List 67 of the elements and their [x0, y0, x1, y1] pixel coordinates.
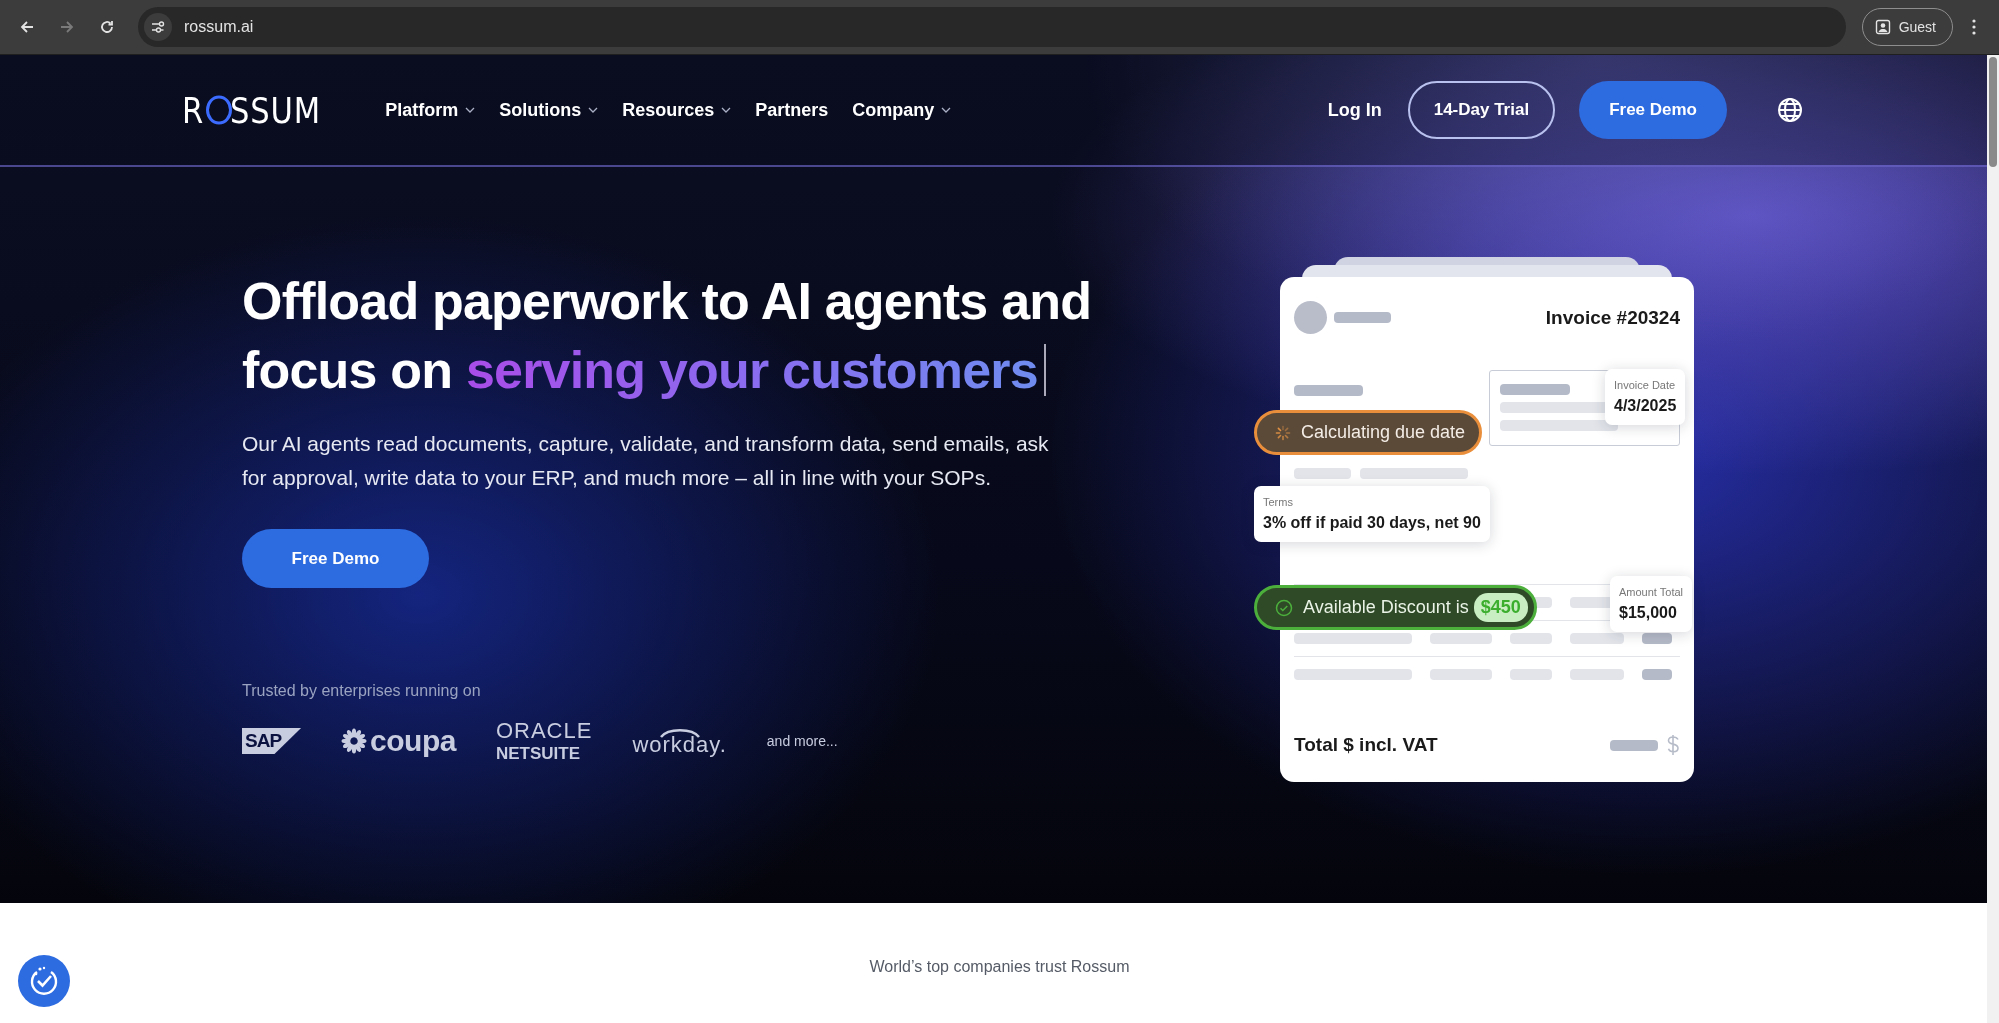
trial-button[interactable]: 14-Day Trial [1407, 81, 1556, 139]
hero-paragraph: Our AI agents read documents, capture, validate, and transform data, send emails, ask for approval, write data to your ERP, and much more – all in line with your SOPs. [242, 431, 1050, 491]
skeleton-bar [1570, 633, 1624, 644]
skeleton-bar [1334, 312, 1391, 323]
field-label: Invoice Date [1614, 379, 1677, 391]
logo-wordmark[interactable]: SSUM [230, 89, 322, 131]
field-label: Amount Total [1619, 586, 1683, 598]
skeleton-bar [1510, 669, 1552, 680]
invoice-title: Invoice #20324 [1545, 306, 1680, 329]
person-icon [1874, 19, 1891, 35]
demo-button[interactable]: Free Demo [1579, 81, 1727, 139]
oracle-logo: ORACLE [495, 720, 593, 742]
accessibility-button[interactable] [18, 955, 70, 1007]
dollar-icon [1666, 734, 1680, 756]
skeleton-bar [1499, 384, 1570, 395]
hero-heading: Offload paperwork to AI agents and focus on serving your customers [242, 271, 1093, 401]
back-arrow-icon [19, 19, 35, 35]
total-label: Total $ incl. VAT [1294, 734, 1438, 756]
globe-icon[interactable] [1777, 97, 1803, 123]
url-text: rossum.ai [184, 18, 254, 36]
profile-button[interactable]: Guest [1861, 8, 1953, 46]
skeleton-bar [1430, 669, 1492, 680]
skeleton-bar [1294, 468, 1351, 479]
ring-logo-icon[interactable] [205, 94, 233, 126]
workday-logo: workday. [632, 726, 727, 756]
chevron-down-icon [465, 107, 476, 113]
logo-letter[interactable]: R [182, 89, 205, 131]
skeleton-bar [1642, 669, 1672, 680]
nav-link[interactable]: Partners [755, 99, 829, 121]
skeleton-bar [1430, 633, 1492, 644]
section-caption: World’s top companies trust Rossum [869, 958, 1130, 976]
field-value: $15,000 [1619, 604, 1678, 622]
sap-logo: SAP [242, 728, 302, 754]
skeleton-bar [1294, 385, 1363, 396]
nav-link[interactable]: Solutions [499, 99, 599, 121]
kebab-menu-icon [1972, 19, 1976, 35]
reload-icon [99, 19, 115, 35]
demo-button[interactable]: Free Demo [242, 529, 429, 588]
spinner-icon [1275, 424, 1291, 441]
field-value: 3% off if paid 30 days, net 90 [1263, 514, 1481, 532]
coupa-logo: coupa [370, 724, 456, 758]
address-bar[interactable]: rossum.ai [138, 7, 1846, 47]
more-caption: and more... [766, 733, 838, 749]
nav-link[interactable]: Company [852, 99, 952, 121]
pill-text: Calculating due date [1301, 422, 1466, 443]
forward-arrow-icon [59, 19, 75, 35]
site-info-icon[interactable] [144, 13, 172, 41]
avatar-placeholder [1294, 301, 1327, 334]
login-link[interactable]: Log In [1327, 99, 1382, 121]
burst-icon [341, 728, 368, 754]
discount-amount: $450 [1473, 593, 1528, 622]
skeleton-bar [1510, 633, 1552, 644]
check-circle-icon [1275, 598, 1293, 617]
pill-text: Available Discount is [1303, 597, 1469, 618]
skeleton-bar [1642, 633, 1672, 644]
chevron-down-icon [721, 107, 732, 113]
field-label: Terms [1263, 496, 1294, 508]
nav-link[interactable]: Platform [385, 99, 476, 121]
field-value: 4/3/2025 [1614, 397, 1677, 415]
skeleton-bar [1570, 669, 1624, 680]
chevron-down-icon [588, 107, 599, 113]
chevron-down-icon [941, 107, 952, 113]
nav-link[interactable]: Resources [622, 99, 732, 121]
trusted-caption: Trusted by enterprises running on [242, 682, 482, 700]
skeleton-bar [1610, 739, 1658, 751]
netsuite-logo: NETSUITE [495, 745, 581, 762]
scrollbar[interactable] [1987, 55, 1999, 1023]
